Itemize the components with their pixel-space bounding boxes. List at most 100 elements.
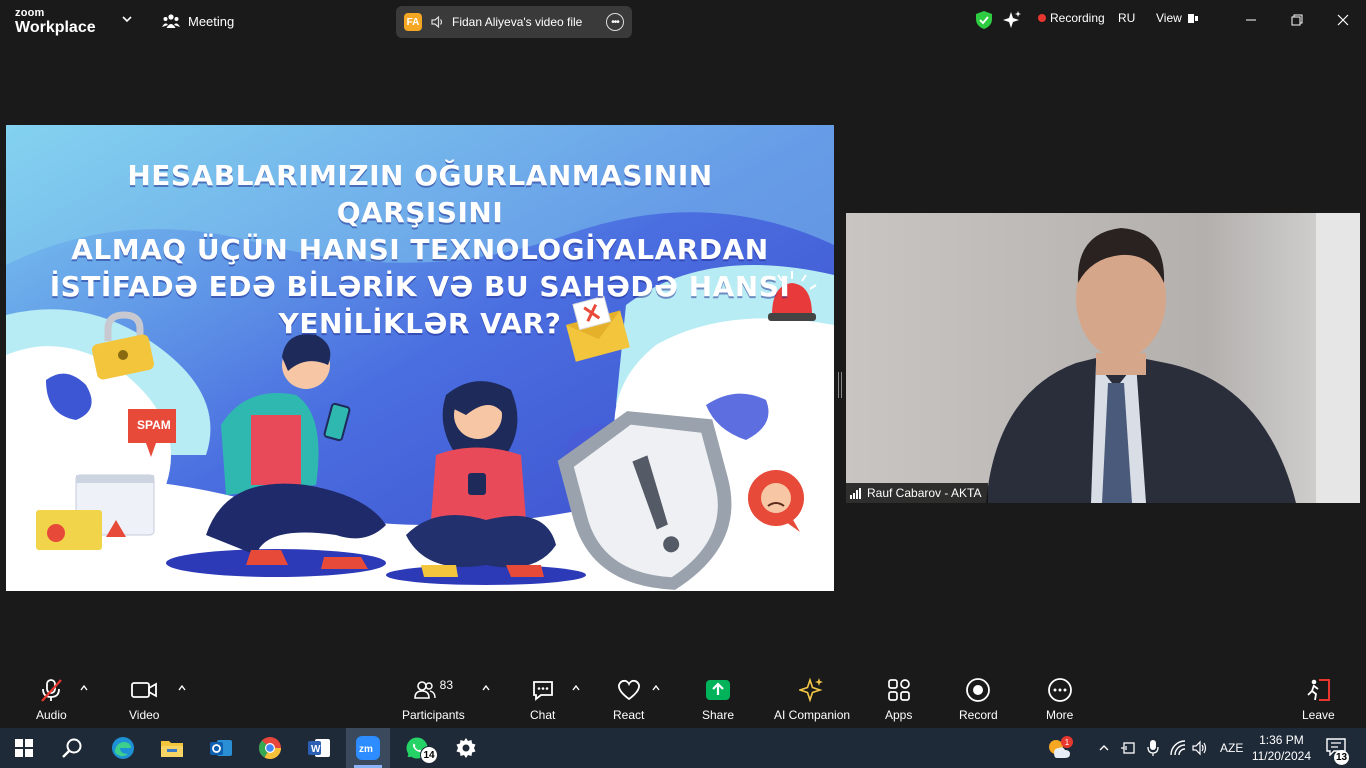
react-options-chevron-icon[interactable] [651, 683, 661, 693]
logo-line-2: Workplace [15, 19, 96, 36]
meeting-people-icon [162, 14, 180, 28]
whatsapp-unread-badge: 14 [420, 746, 438, 764]
show-hidden-icons-chevron-icon[interactable] [1098, 742, 1110, 754]
share-title: Fidan Aliyeva's video file [452, 15, 583, 29]
language-label[interactable]: RU [1118, 11, 1135, 25]
security-shield-icon[interactable] [976, 11, 992, 29]
word-icon[interactable]: W [305, 734, 333, 762]
record-label: Record [959, 708, 998, 722]
more-label: More [1046, 708, 1074, 722]
battery-plug-icon[interactable] [1120, 740, 1136, 756]
outlook-icon[interactable] [207, 734, 235, 762]
video-label: Video [129, 708, 160, 722]
clock-time: 1:36 PM [1259, 733, 1304, 747]
more-button[interactable]: More [1046, 677, 1073, 722]
slide-title-line-3: İSTİFADƏ EDƏ BİLƏRİK VƏ BU SAHƏDƏ HANSI [49, 270, 791, 303]
signal-strength-icon [850, 487, 861, 499]
participants-count: 83 [439, 678, 454, 692]
participants-icon [413, 681, 436, 699]
search-icon[interactable] [58, 734, 86, 762]
ai-companion-label: AI Companion [774, 708, 851, 722]
participant-video[interactable]: Rauf Cabarov - AKTA [846, 213, 1360, 503]
share-screen-icon [706, 680, 731, 700]
apps-grid-icon [887, 679, 910, 701]
view-label: View [1156, 11, 1182, 25]
file-explorer-icon[interactable] [158, 734, 186, 762]
participants-button[interactable]: 83 Participants [402, 677, 465, 722]
chat-label: Chat [530, 708, 556, 722]
mic-muted-icon [41, 679, 63, 702]
participant-name: Rauf Cabarov - AKTA [867, 486, 982, 500]
wifi-icon[interactable] [1170, 740, 1186, 756]
svg-text:W: W [311, 744, 321, 755]
meeting-menu[interactable]: Meeting [162, 13, 234, 29]
leave-door-icon [1307, 679, 1331, 701]
participant-video-frame [846, 213, 1360, 503]
windows-taskbar: W zm 1 AZE 1:36 PM 11/20/2024 13 [0, 728, 1366, 768]
leave-button[interactable]: Leave [1302, 677, 1335, 722]
slide-title-line-1: HESABLARIMIZIN OĞURLANMASININ QARŞISINI [127, 159, 713, 229]
notification-count: 13 [1334, 750, 1349, 765]
audio-options-chevron-icon[interactable] [79, 683, 89, 693]
record-icon [966, 678, 991, 702]
clock-date: 11/20/2024 [1251, 749, 1311, 763]
share-button[interactable]: Share [702, 677, 734, 722]
ai-sparkle-icon[interactable] [1003, 11, 1021, 29]
input-language[interactable]: AZE [1220, 728, 1243, 768]
audio-label: Audio [36, 708, 67, 722]
edge-browser-icon[interactable] [109, 734, 137, 762]
video-camera-icon [131, 682, 158, 698]
settings-gear-icon[interactable] [452, 734, 480, 762]
view-menu[interactable]: View [1156, 11, 1199, 25]
record-button[interactable]: Record [959, 677, 998, 722]
svg-text:zm: zm [359, 744, 373, 755]
spam-label: SPAM [137, 418, 171, 432]
more-options-icon[interactable]: ••• [606, 13, 624, 31]
view-layout-icon [1187, 13, 1198, 23]
slide-title: HESABLARIMIZIN OĞURLANMASININ QARŞISINI … [46, 157, 794, 342]
weather-widget[interactable] [1046, 728, 1072, 768]
apps-label: Apps [885, 708, 913, 722]
minimize-icon[interactable] [1243, 12, 1259, 28]
chat-icon [532, 681, 553, 701]
volume-icon[interactable] [1192, 740, 1208, 756]
shared-screen: HESABLARIMIZIN OĞURLANMASININ QARŞISINI … [6, 125, 834, 591]
participant-name-tag: Rauf Cabarov - AKTA [846, 483, 988, 503]
recording-label: Recording [1050, 11, 1105, 25]
logo-line-1: zoom [15, 7, 45, 19]
zoom-app-icon[interactable]: zm [354, 734, 382, 762]
more-dots-icon [1047, 678, 1072, 702]
zoom-logo: zoom Workplace [15, 8, 96, 36]
system-clock[interactable]: 1:36 PM 11/20/2024 [1252, 732, 1311, 764]
close-icon[interactable] [1335, 12, 1351, 28]
participants-options-chevron-icon[interactable] [481, 683, 491, 693]
resize-handle[interactable] [838, 372, 842, 398]
meeting-controls: Audio Video 83 Participants Chat React S… [0, 669, 1366, 728]
screen-share-indicator[interactable]: FA Fidan Aliyeva's video file ••• [396, 6, 632, 38]
video-button[interactable]: Video [129, 677, 159, 722]
recording-indicator[interactable]: Recording [1038, 11, 1105, 25]
share-label: Share [702, 708, 735, 722]
react-button[interactable]: React [613, 677, 644, 722]
participants-label: Participants [402, 708, 465, 722]
windows-start-icon[interactable] [10, 734, 38, 762]
ai-companion-button[interactable]: AI Companion [774, 677, 850, 722]
maximize-icon[interactable] [1289, 12, 1305, 28]
slide-title-line-4: YENİLİKLƏR VAR? [278, 307, 562, 340]
speaker-icon [431, 15, 443, 29]
ai-companion-sparkle-icon [799, 677, 824, 703]
video-options-chevron-icon[interactable] [177, 683, 187, 693]
meeting-label: Meeting [188, 13, 235, 29]
sharer-avatar: FA [404, 13, 422, 31]
chat-button[interactable]: Chat [530, 677, 555, 722]
microphone-icon[interactable] [1146, 739, 1160, 757]
title-bar: zoom Workplace Meeting FA Fidan Aliyeva'… [0, 0, 1366, 44]
leave-label: Leave [1302, 708, 1335, 722]
heart-icon [617, 679, 640, 701]
chevron-down-icon[interactable] [120, 12, 134, 26]
react-label: React [613, 708, 645, 722]
chat-options-chevron-icon[interactable] [571, 683, 581, 693]
apps-button[interactable]: Apps [885, 677, 912, 722]
audio-button[interactable]: Audio [36, 677, 67, 722]
chrome-icon[interactable] [256, 734, 284, 762]
